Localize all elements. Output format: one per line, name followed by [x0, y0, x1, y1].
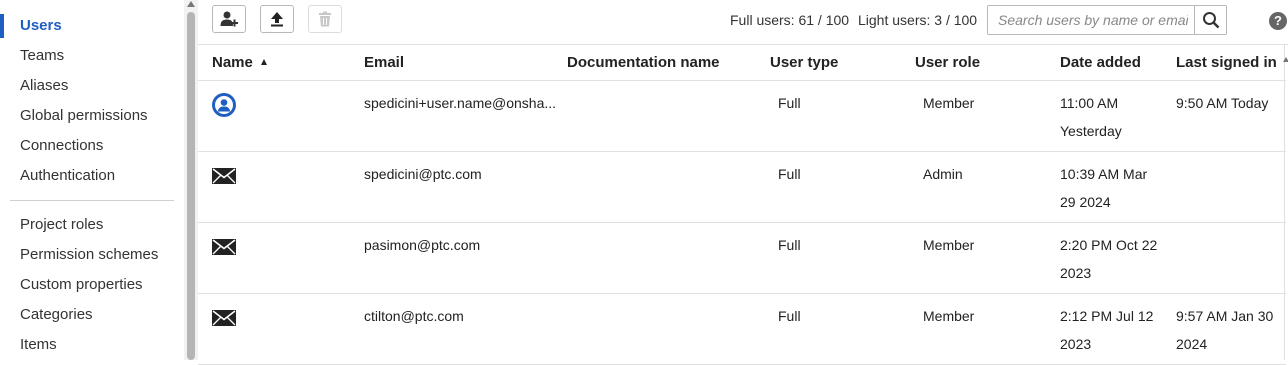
- add-user-icon: [220, 11, 238, 27]
- sidebar-divider: [10, 200, 174, 201]
- table-scroll-up-arrow-icon[interactable]: [1283, 57, 1288, 62]
- column-header-name-label: Name: [212, 54, 253, 71]
- envelope-icon: [212, 168, 236, 184]
- table-row[interactable]: ctilton@ptc.com Full Member 2:12 PM Jul …: [198, 294, 1286, 365]
- users-panel: Full users: 61 / 100 Light users: 3 / 10…: [198, 0, 1288, 365]
- sidebar-scrollbar[interactable]: [184, 0, 198, 360]
- sidebar-item-categories[interactable]: Categories: [0, 300, 184, 330]
- sidebar-scroll-thumb[interactable]: [187, 12, 195, 360]
- sidebar-item-authentication[interactable]: Authentication: [0, 161, 184, 191]
- search-button[interactable]: [1194, 6, 1226, 34]
- sidebar-item-teams[interactable]: Teams: [0, 41, 184, 71]
- scroll-up-arrow-icon[interactable]: [187, 1, 195, 7]
- row-email: spedicini+user.name@onsha...: [364, 95, 557, 111]
- sidebar-item-global-permissions[interactable]: Global permissions: [0, 101, 184, 131]
- row-date-added: 11:00 AM Yesterday: [1060, 95, 1122, 139]
- table-row[interactable]: pasimon@ptc.com Full Member 2:20 PM Oct …: [198, 223, 1286, 294]
- trash-icon: [319, 11, 331, 27]
- sort-ascending-icon: [260, 59, 267, 65]
- full-users-count: Full users: 61 / 100: [730, 12, 850, 28]
- column-header-last-signed-in[interactable]: Last signed in: [1176, 45, 1277, 80]
- column-header-user-role[interactable]: User role: [915, 45, 980, 80]
- upload-button[interactable]: [260, 5, 294, 33]
- sidebar-item-permission-schemes[interactable]: Permission schemes: [0, 240, 184, 270]
- add-user-button[interactable]: [212, 5, 246, 33]
- sidebar-item-connections[interactable]: Connections: [0, 131, 184, 161]
- row-user-type: Full: [778, 95, 801, 111]
- search-box: [987, 5, 1227, 35]
- search-icon: [1202, 12, 1219, 29]
- table-row[interactable]: spedicini@ptc.com Full Admin 10:39 AM Ma…: [198, 152, 1286, 223]
- search-input[interactable]: [998, 6, 1188, 34]
- row-user-role: Member: [923, 95, 975, 111]
- row-date-added: 2:12 PM Jul 12 2023: [1060, 308, 1154, 352]
- row-user-role: Admin: [923, 166, 963, 182]
- light-users-count: Light users: 3 / 100: [858, 12, 978, 28]
- row-user-type: Full: [778, 237, 801, 253]
- row-user-type: Full: [778, 166, 801, 182]
- table-row[interactable]: spedicini+user.name@onsha... Full Member…: [198, 81, 1286, 152]
- users-toolbar: Full users: 61 / 100 Light users: 3 / 10…: [198, 0, 1288, 45]
- row-last-signed-in: 9:57 AM Jan 30 2024: [1176, 308, 1274, 352]
- sidebar-item-custom-properties[interactable]: Custom properties: [0, 270, 184, 300]
- sidebar-item-project-roles[interactable]: Project roles: [0, 210, 184, 240]
- envelope-icon: [212, 310, 236, 326]
- row-email: spedicini@ptc.com: [364, 166, 482, 182]
- upload-icon: [271, 12, 283, 27]
- sidebar-item-items[interactable]: Items: [0, 330, 184, 360]
- column-header-documentation-name[interactable]: Documentation name: [567, 45, 720, 80]
- row-email: ctilton@ptc.com: [364, 308, 464, 324]
- row-date-added: 2:20 PM Oct 22 2023: [1060, 237, 1158, 281]
- user-avatar-icon: [212, 93, 236, 117]
- row-user-role: Member: [923, 308, 975, 324]
- row-user-type: Full: [778, 308, 801, 324]
- row-last-signed-in: 9:50 AM Today: [1176, 95, 1269, 111]
- sidebar-item-aliases[interactable]: Aliases: [0, 71, 184, 101]
- table-header: Name Email Documentation name User type …: [198, 45, 1286, 81]
- sidebar-item-users[interactable]: Users: [0, 11, 184, 41]
- help-icon[interactable]: ?: [1269, 12, 1287, 30]
- column-header-email[interactable]: Email: [364, 45, 404, 80]
- table-right-edge: [1284, 45, 1285, 360]
- envelope-icon: [212, 239, 236, 255]
- delete-button[interactable]: [308, 5, 342, 33]
- column-header-name[interactable]: Name: [212, 45, 267, 80]
- row-date-added: 10:39 AM Mar 29 2024: [1060, 166, 1148, 210]
- row-email: pasimon@ptc.com: [364, 237, 481, 253]
- admin-sidebar: Users Teams Aliases Global permissions C…: [0, 0, 184, 360]
- column-header-date-added[interactable]: Date added: [1060, 45, 1141, 80]
- row-user-role: Member: [923, 237, 975, 253]
- column-header-user-type[interactable]: User type: [770, 45, 838, 80]
